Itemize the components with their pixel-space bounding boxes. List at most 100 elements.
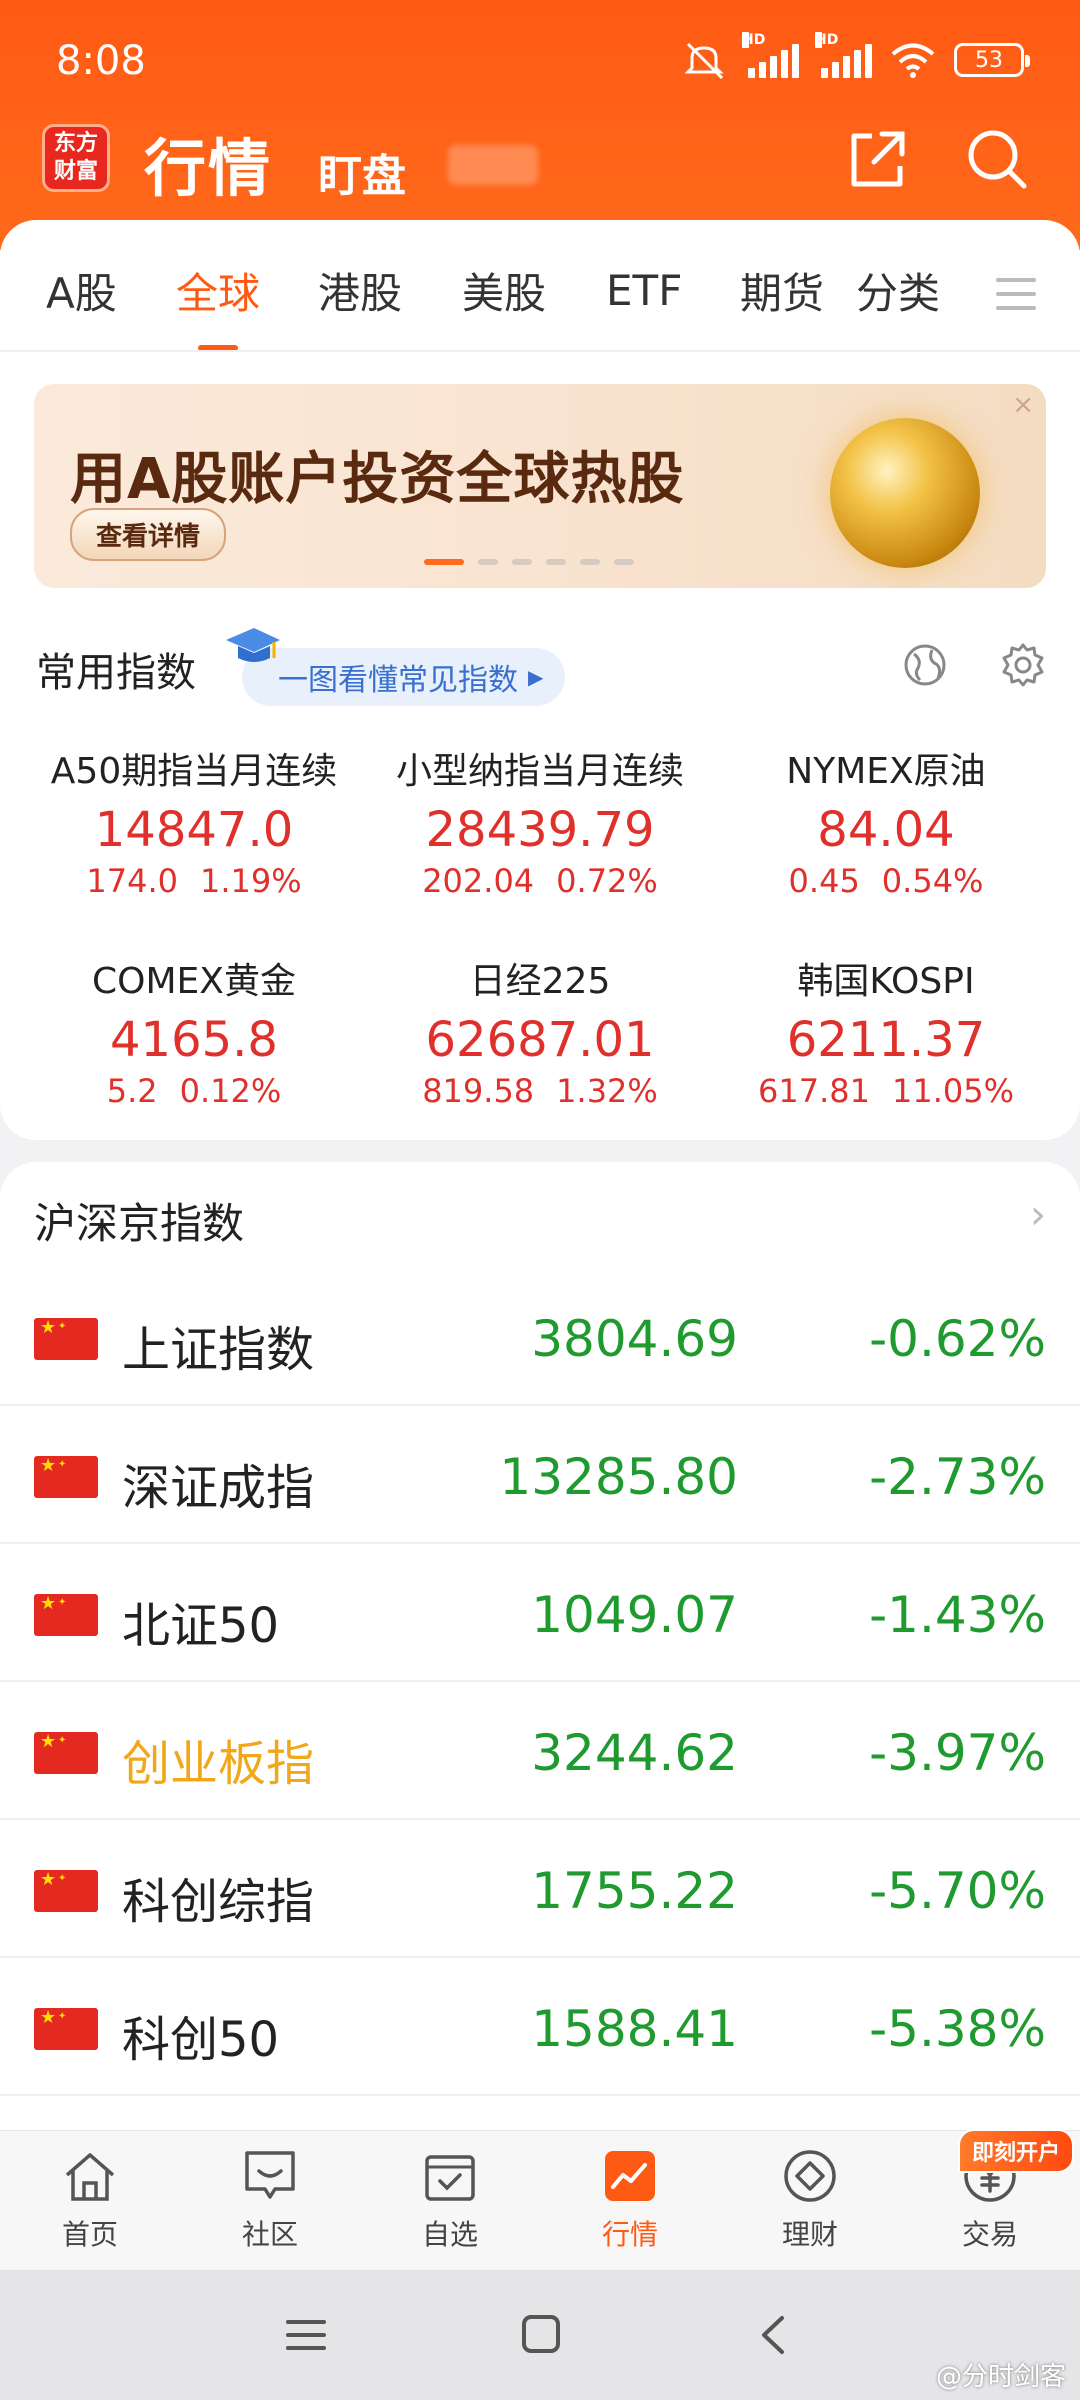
watch-button[interactable]: 盯盘 xyxy=(318,140,406,204)
nav-home[interactable]: 首页 xyxy=(0,2131,180,2270)
domestic-indices-title: 沪深京指数 xyxy=(34,1199,245,1248)
watermark: @分时剑客 xyxy=(935,2362,1066,2392)
index-price: 4165.8 xyxy=(110,1012,278,1068)
tab-hk[interactable]: 港股 xyxy=(318,260,402,321)
nav-trade[interactable]: 交易 即刻开户 xyxy=(900,2129,1080,2270)
china-flag-icon xyxy=(34,1456,98,1498)
system-nav-bar xyxy=(0,2270,1080,2400)
index-card[interactable]: A50期指当月连续 14847.0 174.0 1.19% xyxy=(14,742,374,900)
battery-icon: 53 xyxy=(954,43,1030,77)
index-row[interactable]: 上证指数 3804.69 -0.62% xyxy=(0,1268,1080,1406)
row-change: -0.62% xyxy=(869,1310,1046,1368)
row-price: 1588.41 xyxy=(531,2000,738,2058)
row-name: 上证指数 xyxy=(122,1322,315,1378)
graduation-cap-icon xyxy=(226,628,280,662)
index-card[interactable]: 韩国KOSPI 6211.37 617.81 11.05% xyxy=(706,952,1066,1110)
china-flag-icon xyxy=(34,2008,98,2050)
menu-icon[interactable] xyxy=(276,2310,336,2360)
carousel-dots xyxy=(424,559,634,565)
banner-title: 用A股账户投资全球热股 xyxy=(70,447,685,512)
signal-icon: HD xyxy=(742,32,799,78)
index-card[interactable]: 小型纳指当月连续 28439.79 202.04 0.72% xyxy=(360,742,720,900)
row-price: 1755.22 xyxy=(531,1862,738,1920)
banner-details-button[interactable]: 查看详情 xyxy=(70,508,227,561)
index-card[interactable]: COMEX黄金 4165.8 5.2 0.12% xyxy=(14,952,374,1110)
status-time: 8:08 xyxy=(56,38,146,84)
index-price: 62687.01 xyxy=(425,1012,655,1068)
row-change: -5.38% xyxy=(869,2000,1046,2058)
nav-community[interactable]: 社区 xyxy=(180,2131,360,2270)
row-price: 13285.80 xyxy=(499,1448,738,1506)
banner-close-icon[interactable]: × xyxy=(1012,390,1034,420)
row-name: 北证50 xyxy=(122,1598,280,1654)
nav-watchlist[interactable]: 自选 xyxy=(360,2131,540,2270)
row-price: 1049.07 xyxy=(531,1586,738,1644)
index-price: 28439.79 xyxy=(425,802,655,858)
index-row[interactable]: 北证50 1049.07 -1.43% xyxy=(0,1544,1080,1682)
share-icon[interactable] xyxy=(842,124,912,194)
china-flag-icon xyxy=(34,1732,98,1774)
globe-icon[interactable] xyxy=(900,640,950,690)
blurred-text xyxy=(448,145,538,185)
index-name: COMEX黄金 xyxy=(92,961,296,1002)
index-change: 202.04 0.72% xyxy=(422,862,658,900)
nav-label: 理财 xyxy=(781,2218,838,2251)
checklist-icon xyxy=(425,2155,475,2201)
row-name: 深证成指 xyxy=(122,1460,315,1516)
index-row[interactable]: 创业板指 3244.62 -3.97% xyxy=(0,1682,1080,1820)
nav-label: 社区 xyxy=(241,2218,298,2251)
mute-icon xyxy=(684,42,724,80)
nav-label: 自选 xyxy=(421,2218,478,2251)
settings-gear-icon[interactable] xyxy=(998,640,1048,690)
row-change: -5.70% xyxy=(869,1862,1046,1920)
status-icons: HD HD 53 xyxy=(682,32,1030,80)
tab-etf[interactable]: ETF xyxy=(606,266,682,315)
home-square-icon[interactable] xyxy=(510,2310,570,2360)
open-account-badge[interactable]: 即刻开户 xyxy=(957,2129,1074,2173)
logo-line1: 东方 xyxy=(53,131,98,156)
nav-wealth[interactable]: 理财 xyxy=(720,2131,900,2270)
index-card[interactable]: 日经225 62687.01 819.58 1.32% xyxy=(360,952,720,1110)
row-name: 科创综指 xyxy=(122,1874,315,1930)
tab-a-shares[interactable]: A股 xyxy=(46,260,117,321)
promo-banner[interactable]: 用A股账户投资全球热股 查看详情 × xyxy=(34,384,1046,588)
tab-us[interactable]: 美股 xyxy=(462,260,546,321)
tabs-menu-icon[interactable] xyxy=(996,278,1036,320)
row-change: -2.73% xyxy=(869,1448,1046,1506)
index-name: 小型纳指当月连续 xyxy=(395,751,684,792)
index-name: NYMEX原油 xyxy=(786,751,986,792)
divider xyxy=(0,350,1080,352)
index-change: 5.2 0.12% xyxy=(106,1072,282,1110)
signal-icon-2: HD xyxy=(815,32,872,78)
row-price: 3244.62 xyxy=(531,1724,738,1782)
common-indices-title: 常用指数 xyxy=(36,650,196,696)
index-row[interactable]: 科创综指 1755.22 -5.70% xyxy=(0,1820,1080,1958)
search-icon[interactable] xyxy=(962,124,1032,194)
index-change: 819.58 1.32% xyxy=(422,1072,658,1110)
tab-futures[interactable]: 期货 xyxy=(740,260,830,321)
tab-global[interactable]: 全球 xyxy=(176,260,260,351)
row-change: -3.97% xyxy=(869,1724,1046,1782)
back-icon[interactable] xyxy=(744,2310,804,2360)
diamond-icon xyxy=(784,2150,836,2202)
china-flag-icon xyxy=(34,1318,98,1360)
row-change: -1.43% xyxy=(869,1586,1046,1644)
nav-market[interactable]: 行情 xyxy=(540,2131,720,2270)
index-price: 84.04 xyxy=(817,802,955,858)
nav-label: 行情 xyxy=(601,2218,658,2251)
chat-icon xyxy=(245,2151,295,2199)
chevron-right-icon[interactable]: › xyxy=(1030,1192,1046,1238)
nav-label: 交易 xyxy=(961,2218,1018,2251)
index-change: 0.45 0.54% xyxy=(788,862,984,900)
index-change: 617.81 11.05% xyxy=(758,1072,1014,1110)
index-card[interactable]: NYMEX原油 84.04 0.45 0.54% xyxy=(706,742,1066,900)
play-icon: ▶ xyxy=(528,665,544,689)
market-tabs: A股 全球 港股 美股 ETF 期货 分类 xyxy=(0,230,1080,351)
index-row[interactable]: 深证成指 13285.80 -2.73% xyxy=(0,1406,1080,1544)
nav-label: 首页 xyxy=(61,2218,118,2251)
logo-line2: 财富 xyxy=(53,159,98,184)
tab-category[interactable]: 分类 xyxy=(856,260,940,321)
chart-icon xyxy=(605,2151,655,2201)
index-row[interactable]: 科创50 1588.41 -5.38% xyxy=(0,1958,1080,2096)
indices-guide-pill[interactable]: 一图看懂常见指数 ▶ xyxy=(242,648,566,706)
